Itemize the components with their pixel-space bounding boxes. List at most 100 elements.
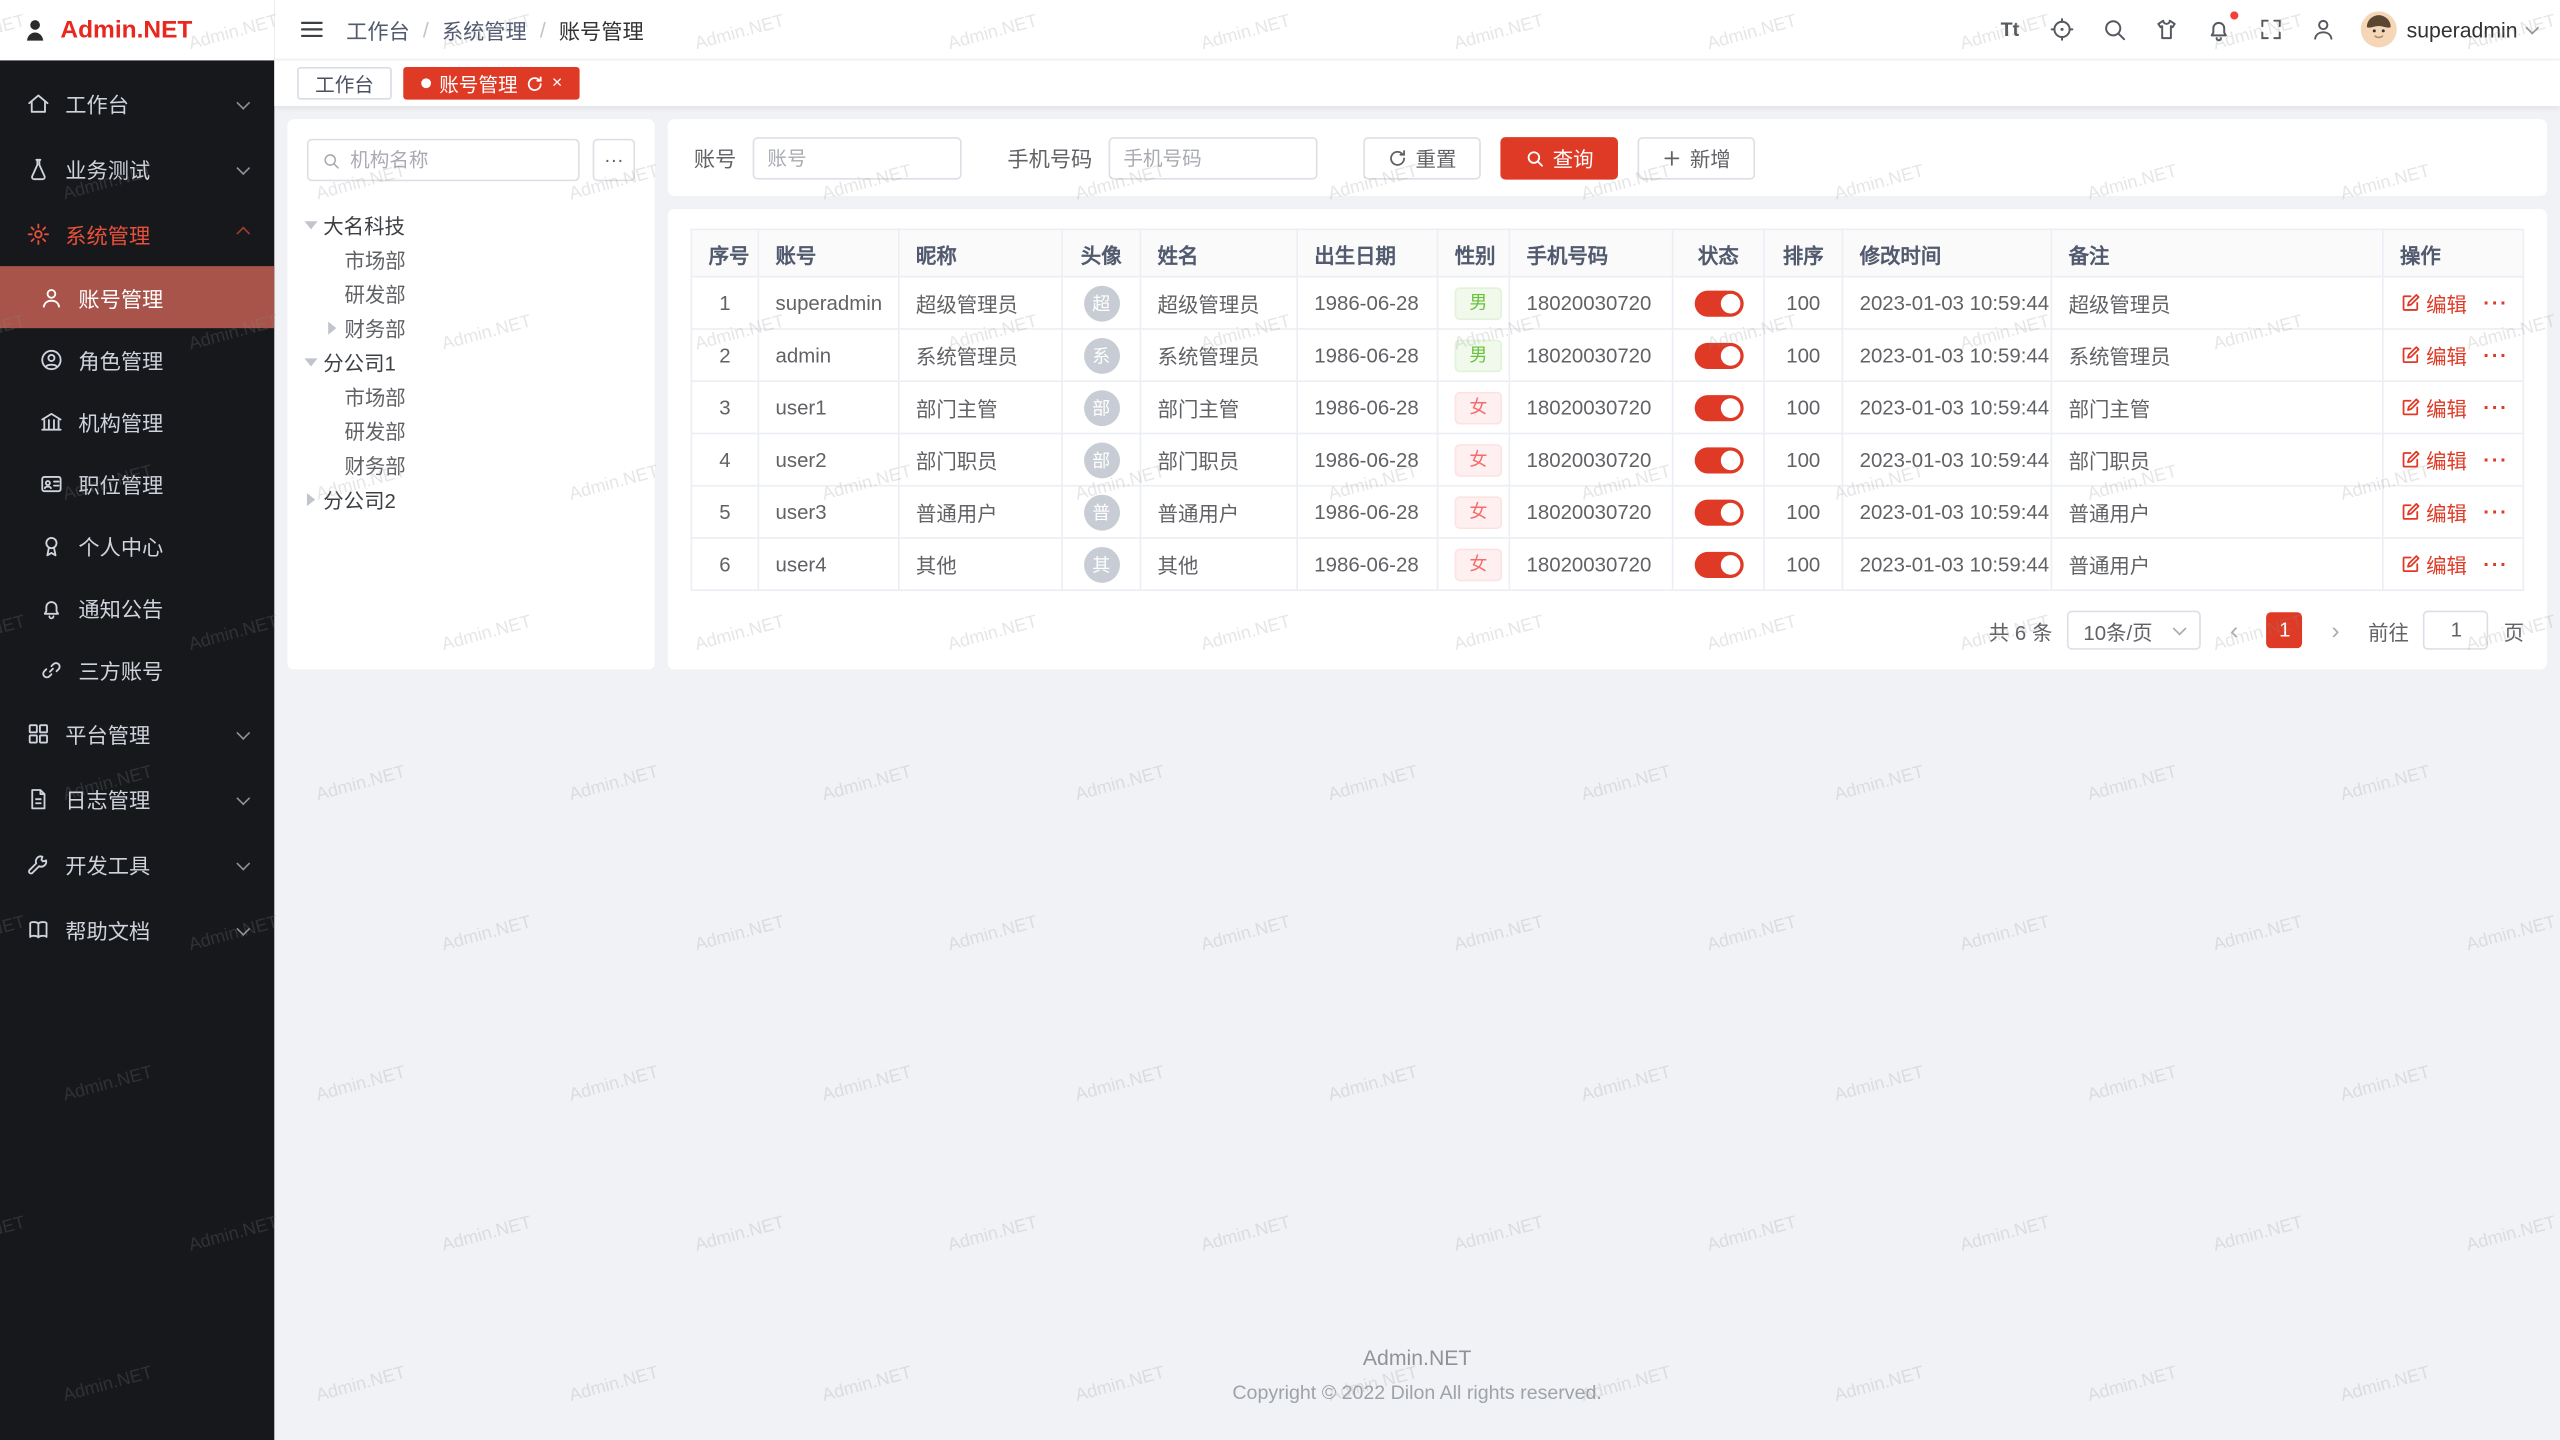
app-logo[interactable]: Admin.NET — [0, 0, 274, 60]
search-button[interactable]: 查询 — [1500, 136, 1618, 178]
edit-button[interactable]: 编辑 — [2400, 287, 2467, 318]
status-toggle[interactable] — [1694, 290, 1743, 316]
reset-button[interactable]: 重置 — [1363, 136, 1481, 178]
current-page-button[interactable]: 1 — [2267, 612, 2303, 648]
sidebar-item-label: 通知公告 — [78, 592, 163, 623]
org-search-input[interactable] — [350, 149, 565, 172]
chevron-up-icon — [236, 227, 250, 241]
cell-avatar: 系 — [1062, 329, 1140, 381]
theme-icon[interactable] — [2152, 15, 2181, 44]
column-header: 头像 — [1062, 229, 1140, 276]
page-size-value: 10条/页 — [2083, 615, 2152, 646]
sidebar-item-workbench[interactable]: 工作台 — [0, 70, 274, 135]
sidebar-item-help-docs[interactable]: 帮助文档 — [0, 896, 274, 961]
status-toggle[interactable] — [1694, 447, 1743, 473]
tree-expander-icon[interactable] — [328, 321, 336, 334]
user-menu[interactable]: superadmin — [2361, 11, 2537, 47]
status-toggle[interactable] — [1694, 394, 1743, 420]
sidebar-item-account-management[interactable]: 账号管理 — [0, 266, 274, 328]
edit-button[interactable]: 编辑 — [2400, 392, 2467, 423]
sidebar-item-system-management[interactable]: 系统管理 — [0, 201, 274, 266]
cell-account: user3 — [758, 486, 898, 538]
status-toggle[interactable] — [1694, 342, 1743, 368]
sidebar-submenu-system: 账号管理 角色管理 机构管理 职位管理 个人中心 — [0, 266, 274, 700]
more-actions-button[interactable]: ··· — [2483, 396, 2508, 419]
tree-node[interactable]: 分公司1 — [307, 344, 635, 378]
tab-workbench[interactable]: 工作台 — [297, 67, 392, 100]
cell-birthdate: 1986-06-28 — [1297, 277, 1437, 329]
tree-node[interactable]: 财务部 — [328, 447, 635, 481]
tree-node[interactable]: 研发部 — [328, 413, 635, 447]
more-actions-button[interactable]: ··· — [2483, 291, 2508, 314]
close-icon[interactable]: × — [552, 74, 563, 92]
column-header: 账号 — [758, 229, 898, 276]
tree-node-label: 市场部 — [344, 380, 405, 411]
fullscreen-icon[interactable] — [2256, 15, 2285, 44]
more-actions-button[interactable]: ··· — [2483, 344, 2508, 367]
sidebar-item-org-management[interactable]: 机构管理 — [0, 390, 274, 452]
account-input[interactable] — [767, 146, 947, 169]
cell-name: 普通用户 — [1140, 486, 1297, 538]
cell-sort: 100 — [1764, 381, 1842, 433]
edit-button[interactable]: 编辑 — [2400, 444, 2467, 475]
sidebar-item-platform-management[interactable]: 平台管理 — [0, 700, 274, 765]
tree-node[interactable]: 大名科技 — [307, 207, 635, 241]
tree-expander-icon[interactable] — [304, 358, 317, 366]
tree-node[interactable]: 财务部 — [328, 310, 635, 344]
sidebar-item-position-management[interactable]: 职位管理 — [0, 452, 274, 514]
page-size-select[interactable]: 10条/页 — [2067, 611, 2202, 650]
tabs-bar: 工作台 账号管理 × — [274, 60, 2560, 106]
cell-modified-time: 2023-01-03 10:59:44 — [1842, 433, 2051, 485]
edit-button[interactable]: 编辑 — [2400, 549, 2467, 580]
more-actions-button[interactable]: ··· — [2483, 500, 2508, 523]
sidebar-item-business-test[interactable]: 业务测试 — [0, 136, 274, 201]
prev-page-button[interactable]: ‹ — [2216, 612, 2252, 648]
more-actions-button[interactable]: ··· — [2483, 448, 2508, 471]
tree-expander-icon[interactable] — [307, 492, 315, 505]
notification-icon[interactable] — [2204, 15, 2233, 44]
tree-node[interactable]: 市场部 — [328, 242, 635, 276]
sidebar-item-profile-center[interactable]: 个人中心 — [0, 514, 274, 576]
edit-button[interactable]: 编辑 — [2400, 340, 2467, 371]
add-button-label: 新增 — [1690, 142, 1731, 173]
breadcrumb-item[interactable]: 系统管理 — [442, 14, 527, 45]
account-icon[interactable] — [2309, 15, 2338, 44]
phone-input[interactable] — [1123, 146, 1303, 169]
sidebar-item-notice[interactable]: 通知公告 — [0, 576, 274, 638]
next-page-button[interactable]: › — [2318, 612, 2354, 648]
org-tree-panel: ··· 大名科技 市场部 研发部 财务部 — [287, 119, 654, 669]
search-icon[interactable] — [2100, 15, 2129, 44]
cell-nickname: 部门职员 — [899, 433, 1062, 485]
cell-birthdate: 1986-06-28 — [1297, 538, 1437, 590]
menu-fold-icon[interactable] — [297, 15, 326, 44]
status-toggle[interactable] — [1694, 551, 1743, 577]
edit-button[interactable]: 编辑 — [2400, 496, 2467, 527]
add-button[interactable]: 新增 — [1638, 136, 1756, 178]
font-size-icon[interactable]: Tt — [1995, 15, 2024, 44]
sidebar-item-log-management[interactable]: 日志管理 — [0, 766, 274, 831]
goto-page-input[interactable] — [2424, 611, 2489, 650]
cell-status — [1673, 486, 1764, 538]
refresh-icon[interactable] — [526, 74, 544, 92]
sidebar-item-role-management[interactable]: 角色管理 — [0, 328, 274, 390]
sidebar-item-dev-tools[interactable]: 开发工具 — [0, 831, 274, 896]
refresh-icon — [1388, 148, 1408, 168]
tree-node[interactable]: 研发部 — [328, 276, 635, 310]
tree-more-button[interactable]: ··· — [593, 139, 635, 181]
cell-phone: 18020030720 — [1509, 486, 1672, 538]
column-header: 昵称 — [899, 229, 1062, 276]
tree-expander-icon[interactable] — [304, 220, 317, 228]
locate-icon[interactable] — [2047, 15, 2076, 44]
tree-node[interactable]: 分公司2 — [307, 482, 635, 516]
more-actions-button[interactable]: ··· — [2483, 553, 2508, 576]
tree-node[interactable]: 市场部 — [328, 379, 635, 413]
tree-node-label: 财务部 — [344, 312, 405, 343]
tab-account-management[interactable]: 账号管理 × — [403, 67, 580, 100]
app-root: Admin.NET 工作台 业务测试 系统管理 账号管理 — [0, 0, 2560, 1440]
gender-tag: 男 — [1455, 287, 1502, 320]
cell-status — [1673, 433, 1764, 485]
sidebar-item-third-party-account[interactable]: 三方账号 — [0, 638, 274, 700]
cell-modified-time: 2023-01-03 10:59:44 — [1842, 486, 2051, 538]
status-toggle[interactable] — [1694, 499, 1743, 525]
breadcrumb-item[interactable]: 工作台 — [346, 14, 410, 45]
